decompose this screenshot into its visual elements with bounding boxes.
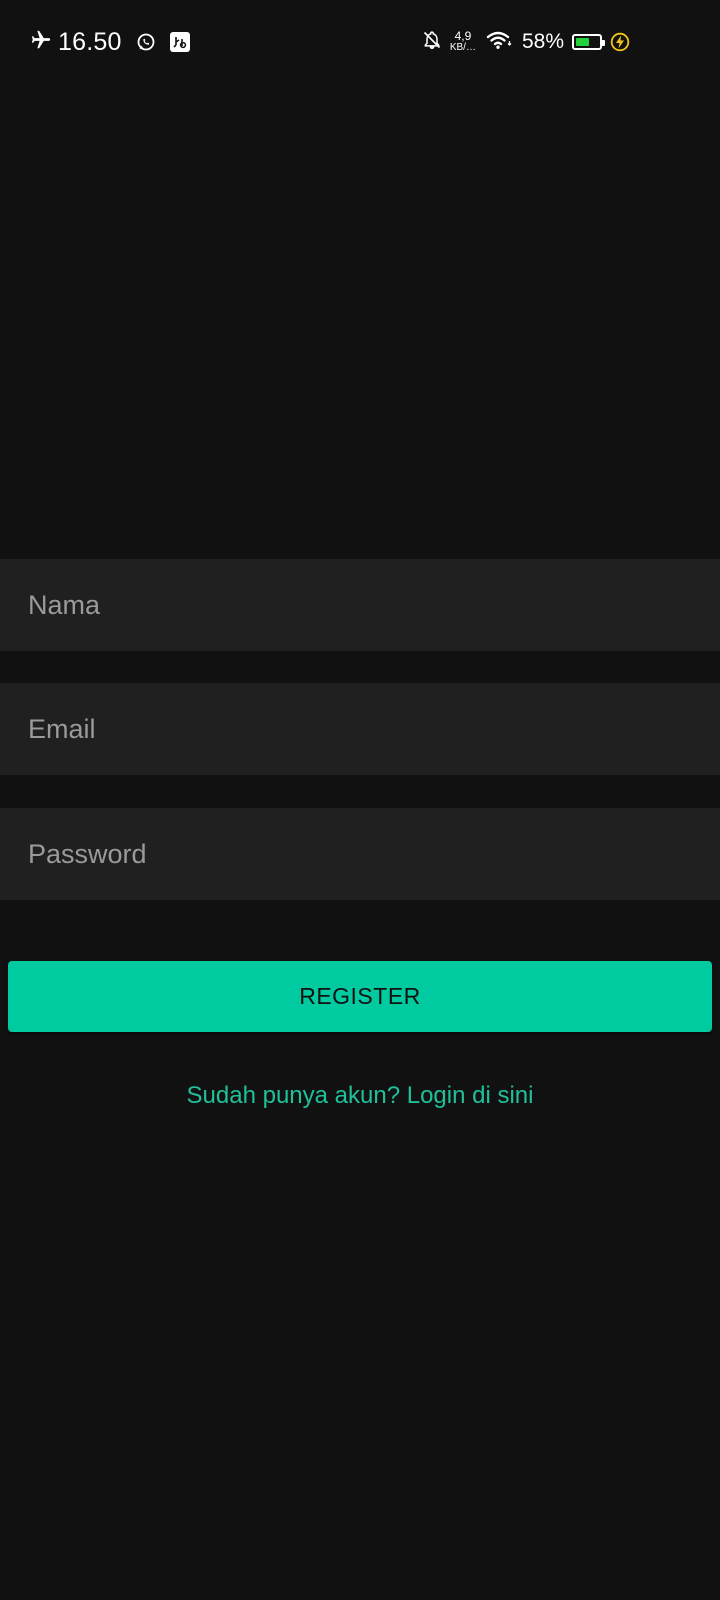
charging-icon xyxy=(610,32,630,52)
airplane-icon xyxy=(30,29,52,56)
status-bar: 16.50 4,9 KB/… 58% xyxy=(0,0,720,84)
network-speed-unit: KB/… xyxy=(449,42,476,53)
status-bar-left: 16.50 xyxy=(30,26,190,58)
login-link[interactable]: Sudah punya akun? Login di sini xyxy=(0,1082,720,1110)
status-time: 16.50 xyxy=(58,27,122,56)
battery-icon xyxy=(572,34,605,50)
email-field[interactable] xyxy=(0,683,720,775)
battery-level xyxy=(576,38,589,46)
name-field[interactable] xyxy=(0,559,720,651)
register-button[interactable]: REGISTER xyxy=(8,961,712,1032)
status-bar-right: 4,9 KB/… 58% xyxy=(422,26,630,58)
network-speed-value: 4,9 xyxy=(454,29,472,43)
battery-percent: 58% xyxy=(521,30,564,53)
password-field[interactable] xyxy=(0,808,720,900)
whatsapp-icon xyxy=(136,32,156,52)
wifi-icon xyxy=(486,30,512,55)
network-speed: 4,9 KB/… xyxy=(449,29,476,53)
bell-off-icon xyxy=(422,30,442,55)
usb-debugging-icon xyxy=(169,32,190,52)
